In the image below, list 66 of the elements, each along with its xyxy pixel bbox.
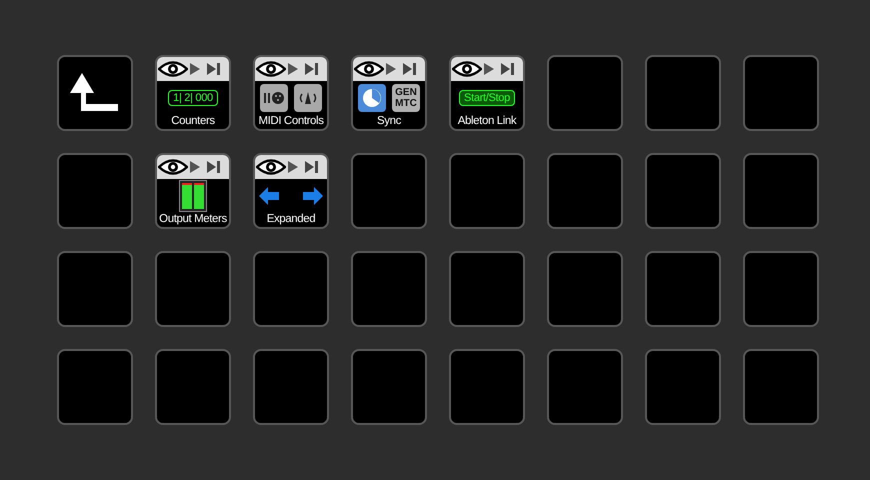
eye-icon	[256, 60, 286, 78]
skip-icon	[304, 63, 320, 75]
empty-key[interactable]	[547, 55, 623, 131]
empty-key[interactable]	[645, 55, 721, 131]
eye-icon	[452, 60, 482, 78]
back-arrow-icon	[69, 73, 121, 113]
plugin-key[interactable]: Start/Stop Ableton Link	[449, 55, 525, 131]
key-label: Output Meters	[159, 213, 227, 227]
empty-key[interactable]	[645, 153, 721, 229]
counter-display: 1| 2| 000	[168, 90, 218, 106]
empty-key[interactable]	[547, 251, 623, 327]
left-arrow-icon	[259, 187, 279, 205]
skip-icon	[206, 63, 222, 75]
empty-key[interactable]	[57, 251, 133, 327]
empty-key[interactable]	[743, 349, 819, 425]
level-meter-icon	[179, 180, 207, 212]
empty-key[interactable]	[449, 251, 525, 327]
midi-port-icon	[260, 84, 288, 112]
empty-key[interactable]	[253, 251, 329, 327]
play-icon	[189, 161, 201, 173]
skip-icon	[206, 161, 222, 173]
play-icon	[385, 63, 397, 75]
eye-icon	[158, 60, 188, 78]
empty-key[interactable]	[743, 153, 819, 229]
play-icon	[189, 63, 201, 75]
key-label: Ableton Link	[458, 115, 516, 129]
skip-icon	[304, 161, 320, 173]
eye-icon	[354, 60, 384, 78]
empty-key[interactable]	[449, 349, 525, 425]
key-label: Expanded	[266, 213, 316, 227]
empty-key[interactable]	[351, 349, 427, 425]
empty-key[interactable]	[155, 349, 231, 425]
skip-icon	[500, 63, 516, 75]
empty-key[interactable]	[155, 251, 231, 327]
key-label: Counters	[171, 115, 215, 129]
play-icon	[287, 161, 299, 173]
plugin-key[interactable]: Output Meters	[155, 153, 231, 229]
empty-key[interactable]	[743, 251, 819, 327]
empty-key[interactable]	[57, 153, 133, 229]
eye-icon	[158, 158, 188, 176]
skip-icon	[402, 63, 418, 75]
empty-key[interactable]	[253, 349, 329, 425]
empty-key[interactable]	[645, 349, 721, 425]
empty-key[interactable]	[449, 153, 525, 229]
plugin-key[interactable]: 1| 2| 000 Counters	[155, 55, 231, 131]
metronome-icon	[294, 84, 322, 112]
key-label: MIDI Controls	[258, 115, 324, 129]
eye-icon	[256, 158, 286, 176]
right-arrow-icon	[303, 187, 323, 205]
empty-key[interactable]	[547, 349, 623, 425]
empty-key[interactable]	[57, 349, 133, 425]
empty-key[interactable]	[645, 251, 721, 327]
empty-key[interactable]	[351, 153, 427, 229]
empty-key[interactable]	[743, 55, 819, 131]
clock-icon	[358, 84, 386, 112]
plugin-key[interactable]: MIDI Controls	[253, 55, 329, 131]
start-stop-button: Start/Stop	[459, 90, 515, 106]
plugin-key[interactable]: Expanded	[253, 153, 329, 229]
mtc-badge: GEN MTC	[392, 84, 420, 112]
play-icon	[483, 63, 495, 75]
key-label: Sync	[377, 115, 401, 129]
plugin-key[interactable]: GEN MTC Sync	[351, 55, 427, 131]
back-key[interactable]	[57, 55, 133, 131]
empty-key[interactable]	[547, 153, 623, 229]
play-icon	[287, 63, 299, 75]
empty-key[interactable]	[351, 251, 427, 327]
